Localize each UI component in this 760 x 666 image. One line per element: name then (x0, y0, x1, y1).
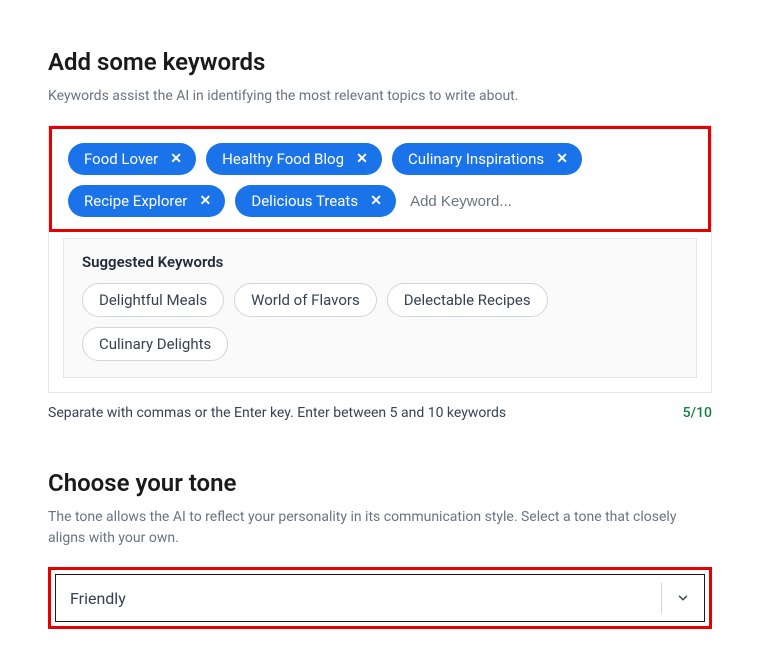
tone-select-value: Friendly (56, 575, 661, 621)
suggested-keywords-panel: Suggested Keywords Delightful Meals Worl… (63, 238, 697, 378)
suggested-keywords-title: Suggested Keywords (82, 253, 678, 271)
suggested-keywords-list: Delightful Meals World of Flavors Delect… (82, 283, 678, 361)
add-keyword-input[interactable] (406, 187, 613, 216)
keywords-panel: Food Lover ✕ Healthy Food Blog ✕ Culinar… (48, 125, 712, 393)
close-icon[interactable]: ✕ (168, 151, 184, 167)
suggested-keyword-chip[interactable]: Delightful Meals (82, 283, 224, 317)
tone-section: Choose your tone The tone allows the AI … (48, 469, 712, 629)
tone-description: The tone allows the AI to reflect your p… (48, 507, 712, 549)
suggested-keyword-chip[interactable]: Delectable Recipes (387, 283, 548, 317)
close-icon[interactable]: ✕ (354, 151, 370, 167)
keywords-title: Add some keywords (48, 48, 712, 76)
keyword-chip[interactable]: Recipe Explorer ✕ (68, 185, 225, 217)
keyword-chip-label: Culinary Inspirations (408, 150, 544, 168)
keyword-chip-label: Food Lover (84, 150, 158, 168)
keyword-chip-label: Recipe Explorer (84, 192, 187, 210)
tone-select[interactable]: Friendly (55, 574, 705, 622)
tone-title: Choose your tone (48, 469, 712, 497)
keywords-counter: 5/10 (683, 405, 712, 421)
keyword-chip[interactable]: Delicious Treats ✕ (235, 185, 396, 217)
keyword-chip[interactable]: Food Lover ✕ (68, 143, 196, 175)
tone-select-highlight: Friendly (48, 567, 712, 629)
keywords-description: Keywords assist the AI in identifying th… (48, 86, 712, 107)
close-icon[interactable]: ✕ (368, 193, 384, 209)
suggested-keyword-chip[interactable]: Culinary Delights (82, 327, 228, 361)
keyword-chip-label: Healthy Food Blog (222, 150, 344, 168)
close-icon[interactable]: ✕ (197, 193, 213, 209)
selected-keywords-area[interactable]: Food Lover ✕ Healthy Food Blog ✕ Culinar… (52, 129, 708, 229)
keyword-chip[interactable]: Healthy Food Blog ✕ (206, 143, 382, 175)
selected-keywords-highlight: Food Lover ✕ Healthy Food Blog ✕ Culinar… (49, 126, 711, 232)
keywords-helper-row: Separate with commas or the Enter key. E… (48, 405, 712, 421)
suggested-keyword-chip[interactable]: World of Flavors (234, 283, 377, 317)
keywords-section: Add some keywords Keywords assist the AI… (48, 48, 712, 421)
chevron-down-icon[interactable] (662, 575, 704, 621)
keyword-chip-label: Delicious Treats (251, 192, 358, 210)
keyword-chip[interactable]: Culinary Inspirations ✕ (392, 143, 582, 175)
close-icon[interactable]: ✕ (554, 151, 570, 167)
keywords-helper-text: Separate with commas or the Enter key. E… (48, 405, 506, 421)
